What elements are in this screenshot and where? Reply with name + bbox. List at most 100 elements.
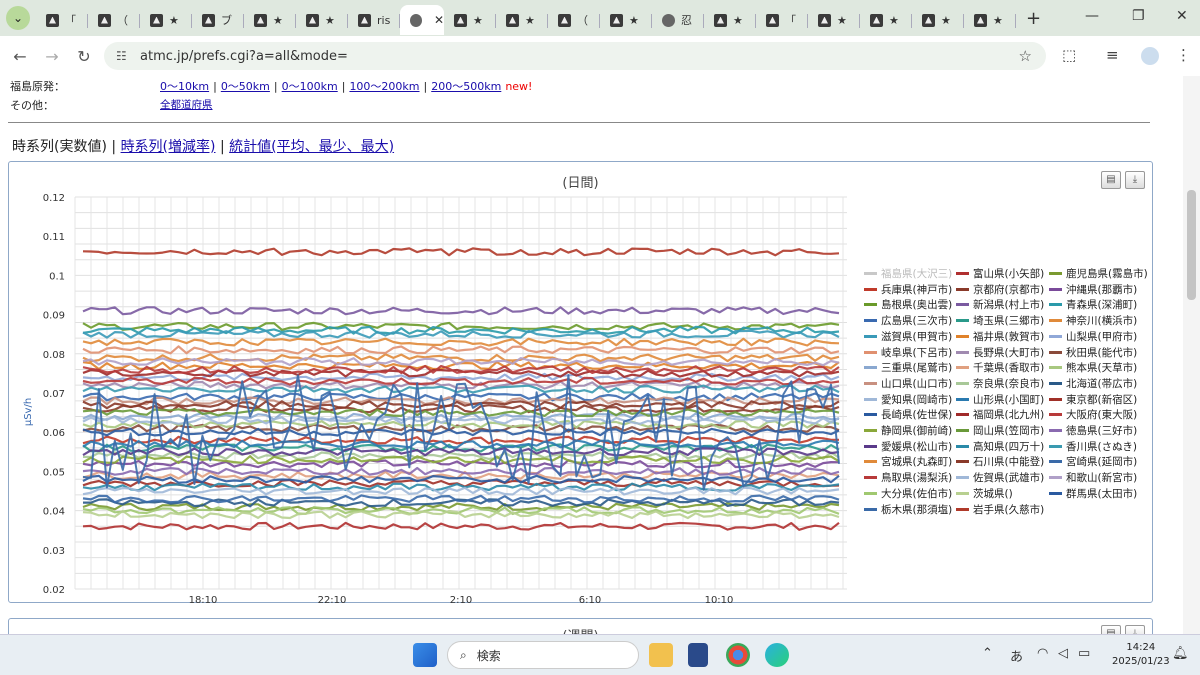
browser-tab[interactable]: ★ bbox=[296, 5, 348, 35]
edge-icon[interactable] bbox=[765, 643, 789, 667]
browser-tab[interactable]: ★ bbox=[244, 5, 296, 35]
download-icon[interactable]: ⤓ bbox=[1125, 625, 1145, 634]
legend-item[interactable]: 大分県(佐伯市) bbox=[864, 486, 952, 501]
legend-item[interactable]: 山口県(山口市) bbox=[864, 376, 952, 391]
legend-item[interactable]: 三重県(尾鷲市) bbox=[864, 360, 952, 375]
legend-item[interactable]: 徳島県(三好市) bbox=[1049, 423, 1137, 438]
tab-stats-link[interactable]: 統計値(平均、最少、最大) bbox=[229, 139, 394, 155]
legend-item[interactable]: 青森県(深浦町) bbox=[1049, 297, 1137, 312]
legend-item[interactable]: 広島県(三次市) bbox=[864, 313, 952, 328]
site-settings-icon[interactable]: ☷ bbox=[116, 49, 127, 63]
legend-item[interactable]: 長崎県(佐世保) bbox=[864, 407, 952, 422]
scroll-thumb[interactable] bbox=[1187, 190, 1196, 300]
legend-item[interactable]: 熊本県(天草市) bbox=[1049, 360, 1137, 375]
browser-tab[interactable]: ★ bbox=[444, 5, 496, 35]
menu-icon[interactable]: ⋮ bbox=[1176, 46, 1191, 64]
legend-item[interactable]: 福島県(大沢三) bbox=[864, 266, 952, 281]
legend-item[interactable]: 北海道(帯広市) bbox=[1049, 376, 1137, 391]
browser-tab[interactable]: ★ bbox=[496, 5, 548, 35]
distance-link[interactable]: 100～200km bbox=[349, 80, 419, 93]
legend-item[interactable]: 福井県(敦賀市) bbox=[956, 329, 1044, 344]
legend-item[interactable]: 千葉県(香取市) bbox=[956, 360, 1044, 375]
browser-tab[interactable]: 忍 bbox=[652, 5, 704, 35]
legend-item[interactable]: 沖縄県(那覇市) bbox=[1049, 282, 1137, 297]
battery-icon[interactable]: ▭ bbox=[1078, 646, 1090, 661]
browser-tab[interactable]: ★ bbox=[600, 5, 652, 35]
legend-item[interactable]: 兵庫県(神戸市) bbox=[864, 282, 952, 297]
browser-tab[interactable]: ブ bbox=[192, 5, 244, 35]
browser-tab[interactable]: ris bbox=[348, 5, 400, 35]
page-scrollbar[interactable] bbox=[1183, 76, 1200, 634]
legend-item[interactable]: 佐賀県(武雄市) bbox=[956, 470, 1044, 485]
reload-icon[interactable]: ↻ bbox=[68, 47, 100, 66]
browser-tab[interactable]: ★ bbox=[808, 5, 860, 35]
browser-tab[interactable]: 「 bbox=[756, 5, 808, 35]
print-icon[interactable]: ▤ bbox=[1101, 625, 1121, 634]
browser-tab[interactable]: ★ bbox=[912, 5, 964, 35]
legend-item[interactable]: 滋賀県(甲賀市) bbox=[864, 329, 952, 344]
legend-item[interactable]: 神奈川(横浜市) bbox=[1049, 313, 1137, 328]
legend-item[interactable]: 群馬県(太田市) bbox=[1049, 486, 1137, 501]
restore-icon[interactable]: ❐ bbox=[1132, 8, 1145, 24]
legend-item[interactable]: 宮崎県(延岡市) bbox=[1049, 454, 1137, 469]
browser-tab[interactable]: ★ bbox=[140, 5, 192, 35]
close-tab-icon[interactable]: ✕ bbox=[434, 13, 444, 27]
legend-item[interactable]: 福岡県(北九州) bbox=[956, 407, 1044, 422]
browser-tab[interactable]: ★ bbox=[704, 5, 756, 35]
browser-tab[interactable]: ★ bbox=[860, 5, 912, 35]
legend-item[interactable]: 山形県(小国町) bbox=[956, 392, 1044, 407]
legend-item[interactable]: 宮城県(丸森町) bbox=[864, 454, 952, 469]
legend-item[interactable]: 岩手県(久慈市) bbox=[956, 502, 1044, 517]
legend-item[interactable]: 大阪府(東大阪) bbox=[1049, 407, 1137, 422]
legend-item[interactable]: 静岡県(御前崎) bbox=[864, 423, 952, 438]
legend-item[interactable]: 富山県(小矢部) bbox=[956, 266, 1044, 281]
legend-item[interactable]: 奈良県(奈良市) bbox=[956, 376, 1044, 391]
legend-item[interactable]: 高知県(四万十) bbox=[956, 439, 1044, 454]
taskbar-search[interactable]: ⌕ 検索 bbox=[447, 641, 639, 669]
forward-icon[interactable]: → bbox=[36, 47, 68, 66]
distance-link[interactable]: 0～10km bbox=[160, 80, 209, 93]
browser-tab[interactable]: ✕ bbox=[400, 5, 444, 35]
legend-item[interactable]: 和歌山(新宮市) bbox=[1049, 470, 1137, 485]
legend-item[interactable]: 香川県(さぬき) bbox=[1049, 439, 1137, 454]
address-bar[interactable]: ☷ atmc.jp/prefs.cgi?a=all&mode= ☆ bbox=[104, 42, 1046, 70]
legend-item[interactable]: 山梨県(甲府市) bbox=[1049, 329, 1137, 344]
tab-rate-link[interactable]: 時系列(増減率) bbox=[121, 139, 216, 155]
legend-item[interactable]: 島根県(奥出雲) bbox=[864, 297, 952, 312]
legend-item[interactable]: 茨城県() bbox=[956, 486, 1013, 501]
legend-item[interactable]: 秋田県(能代市) bbox=[1049, 345, 1137, 360]
legend-item[interactable]: 埼玉県(三郷市) bbox=[956, 313, 1044, 328]
media-icon[interactable]: ≡ bbox=[1106, 46, 1119, 64]
extensions-icon[interactable]: ⬚ bbox=[1062, 46, 1076, 64]
legend-item[interactable]: 岐阜県(下呂市) bbox=[864, 345, 952, 360]
browser-tab[interactable]: 「 bbox=[36, 5, 88, 35]
notification-icon[interactable]: 🔔︎ bbox=[1172, 646, 1189, 661]
distance-link[interactable]: 0～100km bbox=[282, 80, 338, 93]
legend-item[interactable]: 京都府(京都市) bbox=[956, 282, 1044, 297]
back-icon[interactable]: ← bbox=[4, 47, 36, 66]
distance-link[interactable]: 0～50km bbox=[221, 80, 270, 93]
legend-item[interactable]: 愛知県(岡崎市) bbox=[864, 392, 952, 407]
minimize-icon[interactable]: — bbox=[1085, 8, 1099, 24]
legend-item[interactable]: 鳥取県(湯梨浜) bbox=[864, 470, 952, 485]
legend-item[interactable]: 石川県(中能登) bbox=[956, 454, 1044, 469]
notepad-icon[interactable] bbox=[688, 643, 708, 667]
chrome-icon[interactable] bbox=[726, 643, 750, 667]
legend-item[interactable]: 新潟県(村上市) bbox=[956, 297, 1044, 312]
clock[interactable]: 14:24 2025/01/23 bbox=[1112, 641, 1170, 669]
volume-icon[interactable]: ◁ bbox=[1058, 646, 1068, 661]
legend-item[interactable]: 岡山県(笠岡市) bbox=[956, 423, 1044, 438]
ime-indicator[interactable]: あ bbox=[1010, 646, 1023, 665]
legend-item[interactable]: 栃木県(那須塩) bbox=[864, 502, 952, 517]
all-prefectures-link[interactable]: 全都道府県 bbox=[160, 97, 213, 112]
legend-item[interactable]: 東京都(新宿区) bbox=[1049, 392, 1137, 407]
browser-tab[interactable]: （ bbox=[548, 5, 600, 35]
legend-item[interactable]: 鹿児島県(霧島市) bbox=[1049, 266, 1148, 281]
browser-tab[interactable]: ★ bbox=[964, 5, 1016, 35]
wifi-icon[interactable]: ◠ bbox=[1037, 646, 1048, 661]
bookmark-star-icon[interactable]: ☆ bbox=[1019, 47, 1032, 65]
new-tab-button[interactable]: + bbox=[1026, 8, 1041, 29]
chevron-up-icon[interactable]: ⌃ bbox=[982, 646, 993, 661]
close-window-icon[interactable]: ✕ bbox=[1176, 8, 1188, 24]
tab-search-button[interactable]: ⌄ bbox=[6, 6, 30, 30]
